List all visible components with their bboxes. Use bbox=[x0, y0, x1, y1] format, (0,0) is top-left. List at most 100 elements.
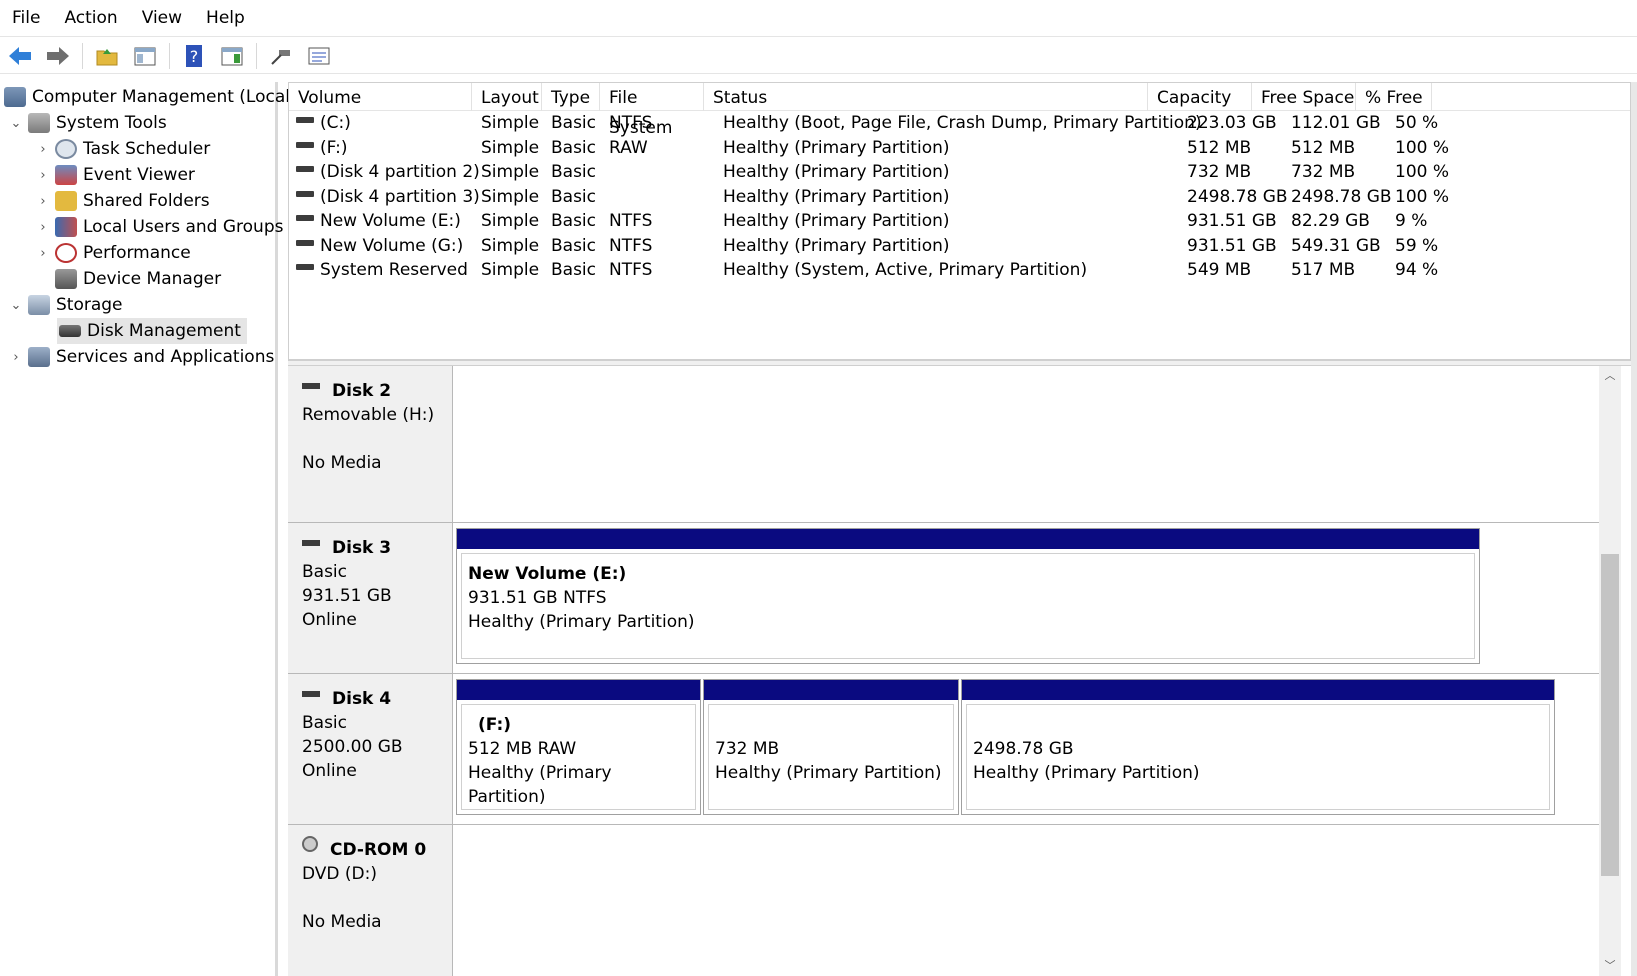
storage-icon bbox=[28, 295, 50, 315]
cdrom-0-label[interactable]: CD-ROM 0 DVD (D:) No Media bbox=[288, 825, 453, 976]
scroll-up-icon[interactable]: ︿ bbox=[1599, 366, 1621, 386]
tree-node-device-manager[interactable]: Device Manager bbox=[51, 266, 221, 292]
properties-icon[interactable] bbox=[303, 41, 335, 71]
cell-status: Healthy (System, Active, Primary Partiti… bbox=[723, 260, 1088, 280]
cell-percent-free: 100 % bbox=[1395, 137, 1450, 158]
cdrom-icon bbox=[302, 836, 318, 852]
volume-row[interactable]: New Volume (G:) Simple Basic NTFS Healthy (P… bbox=[289, 234, 1630, 259]
volume-row[interactable]: (C:) Simple Basic NTFS Healthy (Boot, Page F… bbox=[289, 111, 1630, 136]
chevron-down-icon[interactable]: ⌄ bbox=[8, 116, 24, 131]
cell-percent-free: 100 % bbox=[1395, 186, 1450, 207]
chevron-down-icon[interactable]: ⌄ bbox=[8, 298, 24, 313]
tree-node-computer-management[interactable]: Computer Management (Local) bbox=[4, 84, 297, 110]
cell-layout: Simple bbox=[481, 211, 540, 231]
cell-volume: New Volume (G:) bbox=[296, 234, 463, 259]
menu-action[interactable]: Action bbox=[52, 8, 129, 28]
volume-name: (Disk 4 partition 3) bbox=[320, 186, 480, 207]
menu-view[interactable]: View bbox=[130, 8, 194, 28]
column-header-status[interactable]: Status bbox=[704, 83, 1148, 111]
cell-type: Basic bbox=[551, 235, 597, 256]
tree-node-system-tools[interactable]: ⌄ System Tools bbox=[8, 110, 167, 136]
column-header-layout[interactable]: Layout bbox=[472, 83, 542, 111]
volume-row[interactable]: System Reserved Simple Basic NTFS Healthy (S… bbox=[289, 258, 1630, 283]
scroll-thumb[interactable] bbox=[1601, 554, 1619, 876]
column-header-capacity[interactable]: Capacity bbox=[1148, 83, 1252, 111]
tree-label: Event Viewer bbox=[83, 165, 195, 185]
cell-capacity: 732 MB bbox=[1187, 162, 1252, 182]
tree-node-services[interactable]: › Services and Applications bbox=[8, 344, 274, 370]
chevron-right-icon[interactable]: › bbox=[35, 142, 51, 157]
partition-f[interactable]: (F:) 512 MB RAW Healthy (Primary Partiti… bbox=[456, 679, 701, 815]
column-header-volume[interactable]: Volume bbox=[289, 83, 472, 111]
up-folder-icon[interactable] bbox=[91, 41, 123, 71]
column-header-type[interactable]: Type bbox=[542, 83, 600, 111]
partition-disk4-p3[interactable]: 2498.78 GB Healthy (Primary Partition) bbox=[961, 679, 1555, 815]
volume-name: (F:) bbox=[320, 137, 348, 158]
menu-help[interactable]: Help bbox=[194, 8, 257, 28]
help-icon[interactable]: ? bbox=[178, 41, 210, 71]
tree-node-local-users[interactable]: › Local Users and Groups bbox=[35, 214, 283, 240]
scroll-down-icon[interactable]: ﹀ bbox=[1599, 956, 1621, 976]
chevron-right-icon[interactable]: › bbox=[35, 246, 51, 261]
menu-file[interactable]: File bbox=[0, 8, 52, 28]
cell-free-space: 732 MB bbox=[1291, 162, 1356, 182]
chevron-right-icon[interactable]: › bbox=[35, 220, 51, 235]
volume-row[interactable]: (Disk 4 partition 3) Simple Basic Healthy (… bbox=[289, 185, 1630, 210]
cell-capacity: 2498.78 GB bbox=[1187, 186, 1288, 207]
cell-file-system: RAW bbox=[609, 137, 648, 158]
column-header-free-space[interactable]: Free Space bbox=[1252, 83, 1356, 111]
volume-name: (Disk 4 partition 2) bbox=[320, 162, 480, 182]
disk-size: 931.51 GB bbox=[302, 586, 392, 606]
chevron-right-icon[interactable]: › bbox=[35, 168, 51, 183]
show-hide-tree-icon[interactable] bbox=[129, 41, 161, 71]
volume-name: New Volume (G:) bbox=[320, 235, 464, 256]
partition-size: 2498.78 GB bbox=[973, 739, 1074, 759]
cell-status: Healthy (Boot, Page File, Crash Dump, Pr… bbox=[723, 113, 1202, 133]
tree-label: System Tools bbox=[56, 113, 167, 133]
volume-row[interactable]: (F:) Simple Basic RAW Healthy (Primary Parti… bbox=[289, 136, 1630, 161]
volume-row[interactable]: New Volume (E:) Simple Basic NTFS Healthy (P… bbox=[289, 209, 1630, 234]
cell-status: Healthy (Primary Partition) bbox=[723, 186, 950, 207]
disk-type: Removable (H:) bbox=[302, 405, 435, 425]
tree-node-storage[interactable]: ⌄ Storage bbox=[8, 292, 123, 318]
chevron-right-icon[interactable]: › bbox=[8, 350, 24, 365]
chevron-right-icon[interactable]: › bbox=[35, 194, 51, 209]
performance-icon bbox=[55, 243, 77, 263]
disk-name: CD-ROM 0 bbox=[330, 840, 427, 860]
disk-state: Online bbox=[302, 761, 357, 781]
connect-icon[interactable] bbox=[265, 41, 297, 71]
cell-volume: System Reserved bbox=[296, 258, 468, 283]
disk-4-label[interactable]: Disk 4 Basic 2500.00 GB Online bbox=[288, 674, 453, 825]
disk-size bbox=[302, 886, 452, 910]
forward-icon[interactable] bbox=[42, 41, 74, 71]
cell-type: Basic bbox=[551, 260, 597, 280]
column-header-file-system[interactable]: File System bbox=[600, 83, 704, 138]
partition-size: 931.51 GB NTFS bbox=[468, 588, 607, 608]
tree-node-performance[interactable]: › Performance bbox=[35, 240, 191, 266]
show-action-pane-icon[interactable] bbox=[216, 41, 248, 71]
partition-new-volume-e[interactable]: New Volume (E:) 931.51 GB NTFS Healthy (… bbox=[456, 528, 1480, 664]
partition-size: 732 MB bbox=[715, 739, 780, 759]
disk-2-label[interactable]: Disk 2 Removable (H:) No Media bbox=[288, 366, 453, 523]
cell-volume: New Volume (E:) bbox=[296, 209, 461, 234]
drive-icon bbox=[296, 141, 314, 148]
partition-disk4-p2[interactable]: 732 MB Healthy (Primary Partition) bbox=[703, 679, 959, 815]
disk-state: Online bbox=[302, 610, 357, 630]
cell-capacity: 223.03 GB bbox=[1187, 113, 1277, 133]
graphical-view-scrollbar[interactable]: ︿ ﹀ bbox=[1599, 366, 1621, 976]
tree-node-event-viewer[interactable]: › Event Viewer bbox=[35, 162, 195, 188]
cell-percent-free: 9 % bbox=[1395, 211, 1428, 231]
disk-size: 2500.00 GB bbox=[302, 737, 403, 757]
tree-node-shared-folders[interactable]: › Shared Folders bbox=[35, 188, 210, 214]
tree-node-disk-management[interactable]: Disk Management bbox=[57, 318, 247, 344]
tree-node-task-scheduler[interactable]: › Task Scheduler bbox=[35, 136, 210, 162]
volume-row[interactable]: (Disk 4 partition 2) Simple Basic Healthy (… bbox=[289, 160, 1630, 185]
cell-volume: (C:) bbox=[296, 111, 351, 136]
column-header-percent-free[interactable]: % Free bbox=[1356, 83, 1432, 111]
disk-3-label[interactable]: Disk 3 Basic 931.51 GB Online bbox=[288, 523, 453, 674]
cdrom-0-area bbox=[453, 825, 1599, 976]
cell-layout: Simple bbox=[481, 137, 540, 158]
computer-management-icon bbox=[4, 87, 26, 107]
back-icon[interactable] bbox=[4, 41, 36, 71]
disk-icon bbox=[302, 691, 320, 697]
